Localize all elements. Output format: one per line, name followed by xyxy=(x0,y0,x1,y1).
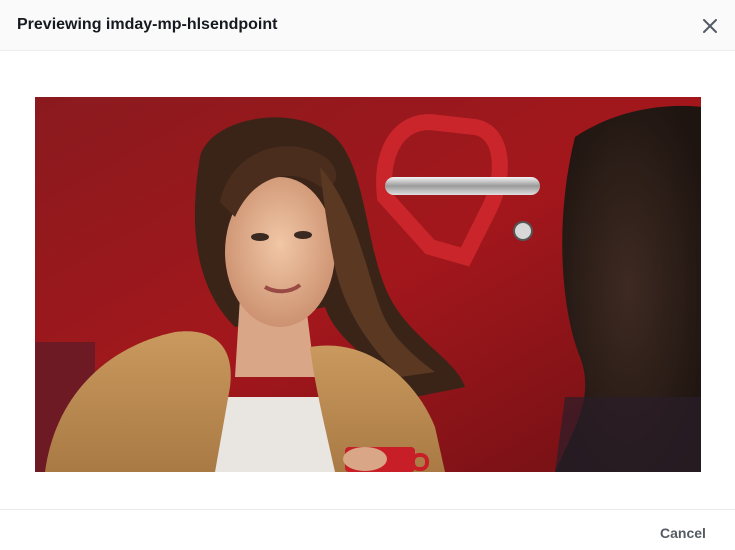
video-player[interactable] xyxy=(35,97,701,472)
modal-body xyxy=(0,51,735,509)
close-icon xyxy=(703,19,717,33)
preview-modal: Previewing imday-mp-hlsendpoint Cancel xyxy=(0,0,735,550)
modal-title: Previewing imday-mp-hlsendpoint xyxy=(17,16,278,33)
modal-header: Previewing imday-mp-hlsendpoint xyxy=(0,0,735,51)
close-button[interactable] xyxy=(698,14,722,38)
cancel-button[interactable]: Cancel xyxy=(648,522,718,544)
modal-footer: Cancel xyxy=(0,509,735,550)
video-frame-image xyxy=(35,97,701,472)
